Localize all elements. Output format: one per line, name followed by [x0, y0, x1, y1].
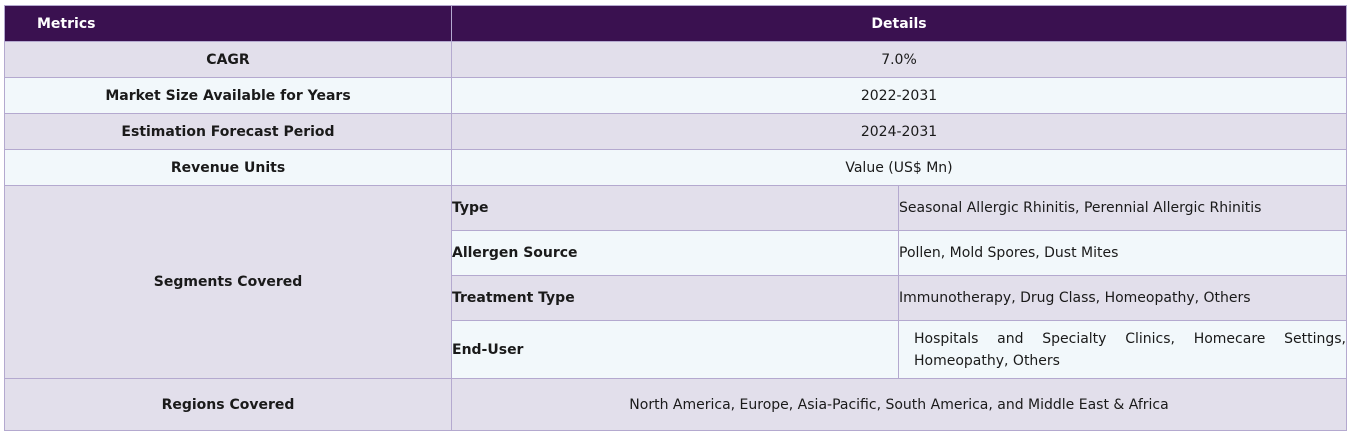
- metric-label: CAGR: [4, 41, 452, 78]
- regions-label: Regions Covered: [4, 378, 452, 431]
- table-row: Revenue Units Value (US$ Mn): [4, 149, 1347, 186]
- metric-label: Market Size Available for Years: [4, 77, 452, 114]
- segment-value: Hospitals and Specialty Clinics, Homecar…: [898, 320, 1347, 379]
- metric-label: Estimation Forecast Period: [4, 113, 452, 150]
- table-row: CAGR 7.0%: [4, 41, 1347, 78]
- segment-value: Pollen, Mold Spores, Dust Mites: [898, 230, 1347, 276]
- regions-value: North America, Europe, Asia-Pacific, Sou…: [451, 378, 1347, 431]
- segments-label: Segments Covered: [4, 185, 452, 379]
- segment-value: Immunotherapy, Drug Class, Homeopathy, O…: [898, 275, 1347, 321]
- metric-label: Revenue Units: [4, 149, 452, 186]
- segment-key: Treatment Type: [451, 275, 899, 321]
- segment-key: Type: [451, 185, 899, 231]
- segment-row: Segments Covered Type Seasonal Allergic …: [4, 185, 1347, 379]
- header-metrics: Metrics: [4, 5, 452, 42]
- segment-key: Allergen Source: [451, 230, 899, 276]
- segment-key: End-User: [451, 320, 899, 379]
- report-scope-table: Metrics Details CAGR 7.0% Market Size Av…: [4, 5, 1347, 431]
- metric-value: 2024-2031: [451, 113, 1347, 150]
- metric-value: 2022-2031: [451, 77, 1347, 114]
- table-row: Estimation Forecast Period 2024-2031: [4, 113, 1347, 150]
- segment-value: Seasonal Allergic Rhinitis, Perennial Al…: [898, 185, 1347, 231]
- metric-value: 7.0%: [451, 41, 1347, 78]
- table-header-row: Metrics Details: [4, 5, 1347, 42]
- table-row: Market Size Available for Years 2022-203…: [4, 77, 1347, 114]
- table-row: Regions Covered North America, Europe, A…: [4, 378, 1347, 431]
- header-details: Details: [451, 5, 1347, 42]
- metric-value: Value (US$ Mn): [451, 149, 1347, 186]
